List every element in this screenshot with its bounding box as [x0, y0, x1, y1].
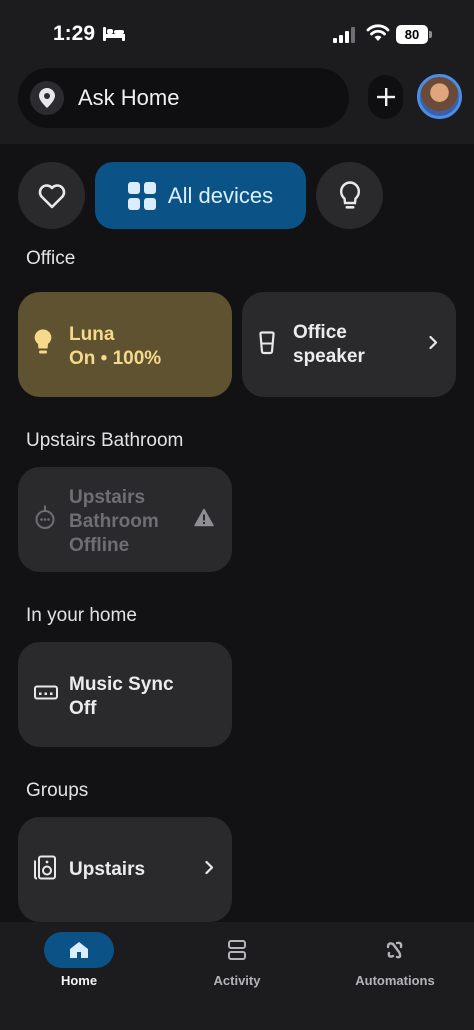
heart-icon: [38, 183, 65, 208]
battery-indicator: 80: [396, 25, 432, 44]
top-bar: Ask Home: [0, 66, 474, 144]
sensor-device-icon: [34, 505, 56, 534]
nav-tab-home[interactable]: Home: [0, 922, 158, 1030]
group-tile-upstairs[interactable]: Upstairs: [18, 817, 232, 922]
battery-level: 80: [396, 25, 428, 44]
lights-filter-button[interactable]: [316, 162, 383, 229]
speaker-icon: [258, 330, 276, 359]
lightbulb-icon: [339, 180, 360, 209]
grid-icon: [127, 181, 156, 210]
favorites-filter-button[interactable]: [18, 162, 85, 229]
warning-icon: [194, 508, 214, 531]
nav-tab-automations[interactable]: Automations: [316, 922, 474, 1030]
status-time: 1:29: [53, 22, 96, 45]
all-devices-label: All devices: [167, 182, 274, 208]
ask-home-label: Ask Home: [78, 85, 180, 110]
device-status: Offline: [69, 535, 130, 556]
device-name: Music Sync: [69, 674, 174, 695]
nav-active-indicator: [44, 932, 114, 968]
section-title-upstairs-bathroom: Upstairs Bathroom: [26, 430, 184, 451]
device-name-line1: Upstairs: [69, 487, 146, 508]
cellular-signal-icon: [333, 27, 355, 43]
device-tile-upstairs-bathroom[interactable]: Upstairs Bathroom Offline: [18, 467, 232, 572]
account-avatar[interactable]: [417, 74, 462, 119]
section-title-groups: Groups: [26, 780, 89, 801]
activity-icon: [228, 940, 246, 960]
device-name-line1: Office: [293, 322, 347, 343]
speaker-group-icon: [34, 855, 56, 884]
section-title-in-your-home: In your home: [26, 605, 137, 626]
plus-icon: [376, 88, 395, 106]
add-button[interactable]: [368, 75, 403, 119]
bottom-navigation: Home Activity Automations: [0, 922, 474, 1030]
chevron-right-icon: [429, 335, 438, 354]
device-state: On • 100%: [69, 348, 162, 369]
device-name: Luna: [69, 324, 115, 345]
all-devices-filter-button[interactable]: All devices: [95, 162, 306, 229]
music-sync-icon: [34, 685, 58, 704]
section-title-office: Office: [26, 248, 76, 269]
device-state: Off: [69, 698, 97, 719]
device-name-line2: Bathroom: [69, 511, 159, 532]
nav-label-automations: Automations: [355, 973, 435, 988]
battery-tip: [429, 31, 432, 38]
automations-icon: [386, 941, 403, 959]
status-bar: 1:29 80: [0, 0, 474, 66]
device-name-line2: speaker: [293, 346, 365, 367]
home-icon: [70, 942, 88, 958]
chevron-right-icon: [205, 860, 214, 879]
nav-label-activity: Activity: [213, 973, 261, 988]
device-tile-music-sync[interactable]: Music Sync Off: [18, 642, 232, 747]
nav-tab-activity[interactable]: Activity: [158, 922, 316, 1030]
home-pin-icon: [30, 81, 64, 115]
lightbulb-icon: [34, 328, 52, 360]
wifi-icon: [366, 24, 390, 41]
ask-home-bar[interactable]: Ask Home: [18, 68, 349, 128]
sleep-focus-icon: [103, 27, 125, 41]
group-name: Upstairs: [69, 859, 146, 880]
device-tile-office-speaker[interactable]: Office speaker: [242, 292, 456, 397]
nav-label-home: Home: [60, 973, 98, 988]
device-tile-luna[interactable]: Luna On • 100%: [18, 292, 232, 397]
